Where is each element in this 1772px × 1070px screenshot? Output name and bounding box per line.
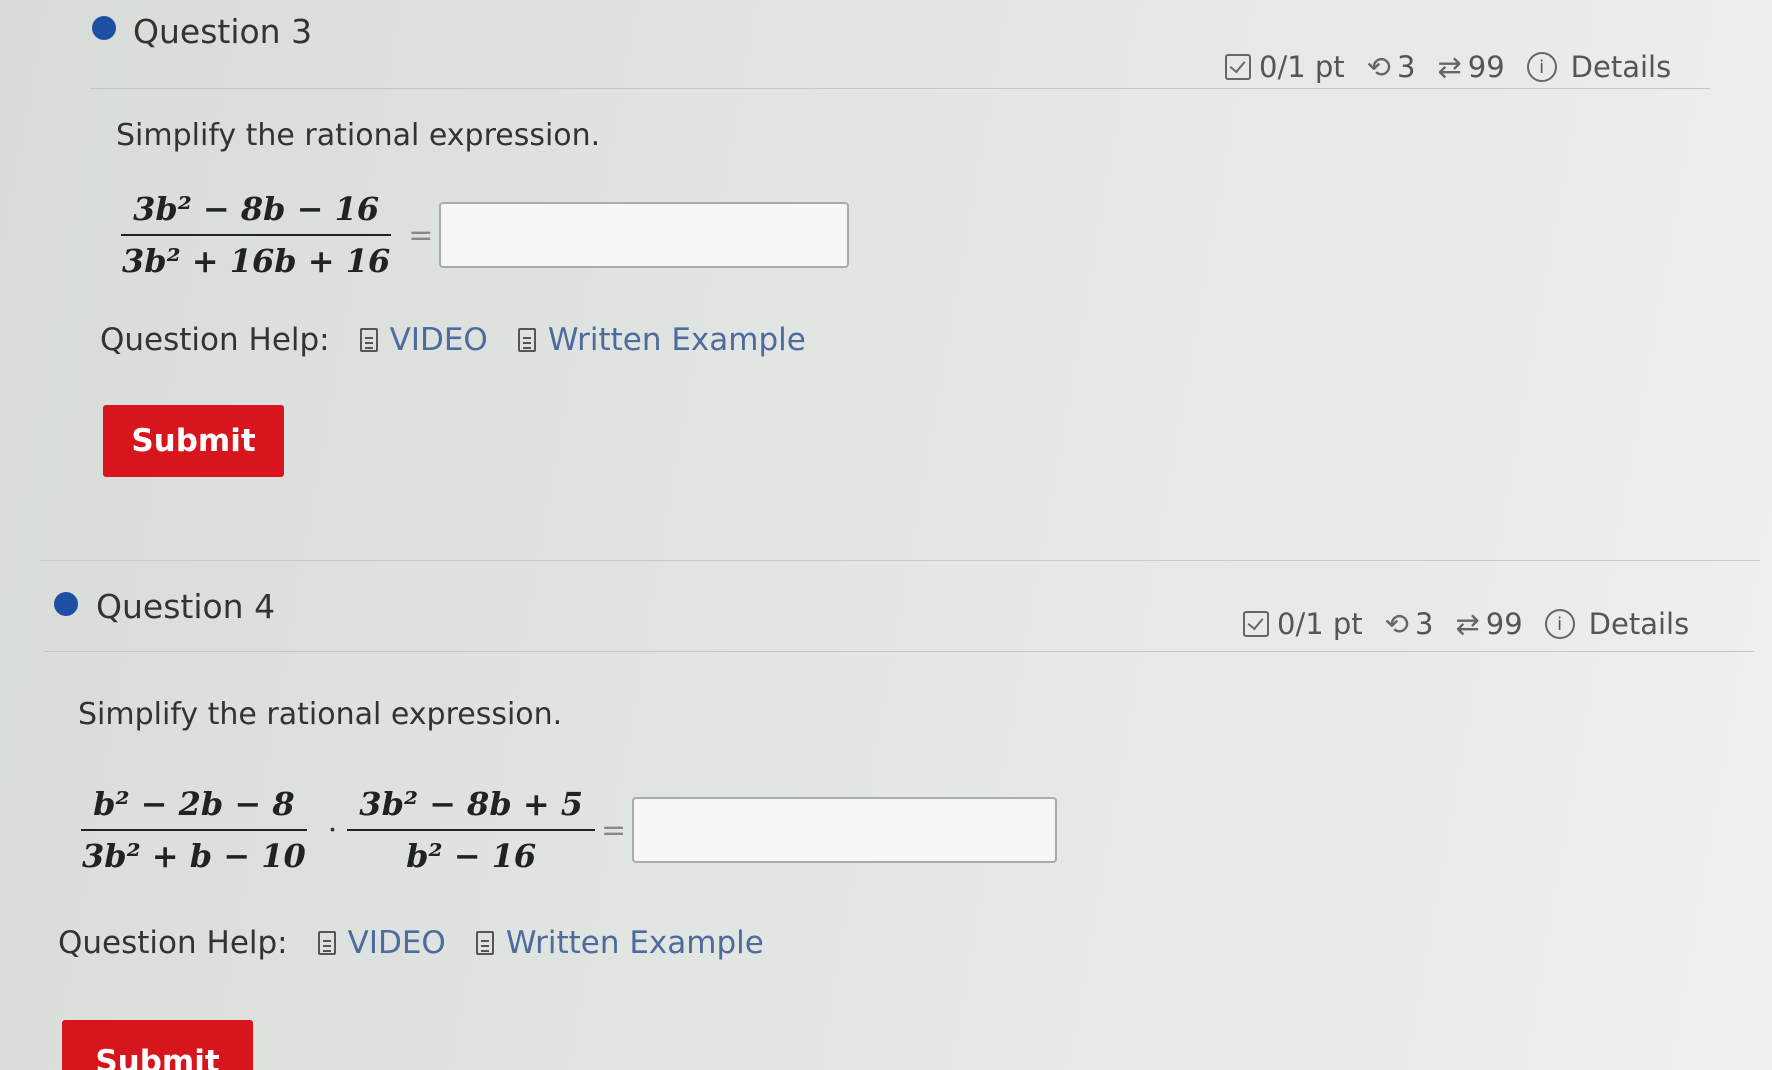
document-icon xyxy=(317,931,336,955)
divider xyxy=(44,651,1754,652)
written-example-label: Written Example xyxy=(505,925,764,961)
question-help-label: Question Help: xyxy=(100,322,330,358)
tries-count: 99 xyxy=(1467,50,1505,84)
fraction-2: 3b² − 8b + 5 b² − 16 xyxy=(347,785,596,875)
fraction: 3b² − 8b − 16 3b² + 16b + 16 xyxy=(110,190,402,280)
question-help: Question Help: VIDEO Written Example xyxy=(100,322,806,358)
question-status-dot xyxy=(92,16,116,40)
info-icon: i xyxy=(1544,609,1575,639)
question-meta: 0/1 pt ⟲ 3 ⇄ 99 i Details xyxy=(1243,607,1711,641)
details-label: Details xyxy=(1588,607,1690,641)
attempts-count: 3 xyxy=(1396,50,1416,84)
score-text: 0/1 pt xyxy=(1277,607,1363,641)
denominator: 3b² + b − 10 xyxy=(82,837,306,875)
score-group: 0/1 pt xyxy=(1243,607,1363,641)
answer-input[interactable] xyxy=(439,202,850,268)
details-link[interactable]: i Details xyxy=(1544,607,1690,641)
document-icon xyxy=(517,328,536,352)
page: Question 3 0/1 pt ⟲ 3 ⇄ 99 i Details Sim… xyxy=(0,0,1772,1070)
document-icon xyxy=(475,931,494,955)
numerator: 3b² − 8b − 16 xyxy=(121,190,392,236)
repeat-icon: ⇄ xyxy=(1437,50,1462,84)
document-icon xyxy=(359,328,378,352)
section-divider xyxy=(40,560,1760,561)
score-text: 0/1 pt xyxy=(1259,50,1345,84)
retry-icon: ⟲ xyxy=(1384,607,1409,641)
details-label: Details xyxy=(1570,50,1672,84)
info-icon: i xyxy=(1526,52,1557,82)
retry-icon: ⟲ xyxy=(1366,50,1391,84)
attempts-count: 3 xyxy=(1414,607,1434,641)
denominator: 3b² + 16b + 16 xyxy=(122,242,391,280)
repeat-icon: ⇄ xyxy=(1455,607,1480,641)
video-link[interactable]: VIDEO xyxy=(359,322,488,358)
video-label: VIDEO xyxy=(389,322,488,358)
written-example-link[interactable]: Written Example xyxy=(475,925,764,961)
question-title: Question 4 xyxy=(96,587,276,626)
divider xyxy=(90,88,1710,89)
equals-sign: = xyxy=(408,217,434,253)
equals-sign: = xyxy=(601,812,627,848)
multiply-sign: · xyxy=(327,812,338,848)
question-prompt: Simplify the rational expression. xyxy=(116,118,601,153)
check-square-icon xyxy=(1243,611,1269,637)
question-title: Question 3 xyxy=(133,12,313,51)
tries-group: ⇄ 99 xyxy=(1437,50,1504,84)
check-square-icon xyxy=(1225,54,1251,80)
tries-count: 99 xyxy=(1485,607,1523,641)
question-help: Question Help: VIDEO Written Example xyxy=(58,925,764,961)
video-label: VIDEO xyxy=(347,925,446,961)
denominator: b² − 16 xyxy=(406,837,537,875)
question-prompt: Simplify the rational expression. xyxy=(78,697,563,732)
attempts-group: ⟲ 3 xyxy=(1385,607,1434,641)
video-link[interactable]: VIDEO xyxy=(317,925,446,961)
written-example-link[interactable]: Written Example xyxy=(517,322,806,358)
tries-group: ⇄ 99 xyxy=(1455,607,1522,641)
answer-input[interactable] xyxy=(632,797,1058,863)
question-status-dot xyxy=(54,592,78,616)
submit-button[interactable]: Submit xyxy=(103,405,284,477)
written-example-label: Written Example xyxy=(547,322,806,358)
score-group: 0/1 pt xyxy=(1225,50,1345,84)
fraction-1: b² − 2b − 8 3b² + b − 10 xyxy=(70,785,318,875)
math-expression: 3b² − 8b − 16 3b² + 16b + 16 = xyxy=(110,190,850,280)
question-help-label: Question Help: xyxy=(58,925,288,961)
question-meta: 0/1 pt ⟲ 3 ⇄ 99 i Details xyxy=(1225,50,1693,84)
attempts-group: ⟲ 3 xyxy=(1367,50,1416,84)
numerator: 3b² − 8b + 5 xyxy=(347,785,596,831)
math-expression: b² − 2b − 8 3b² + b − 10 · 3b² − 8b + 5 … xyxy=(70,785,1058,875)
numerator: b² − 2b − 8 xyxy=(81,785,307,831)
details-link[interactable]: i Details xyxy=(1526,50,1672,84)
submit-button[interactable]: Submit xyxy=(62,1020,253,1070)
